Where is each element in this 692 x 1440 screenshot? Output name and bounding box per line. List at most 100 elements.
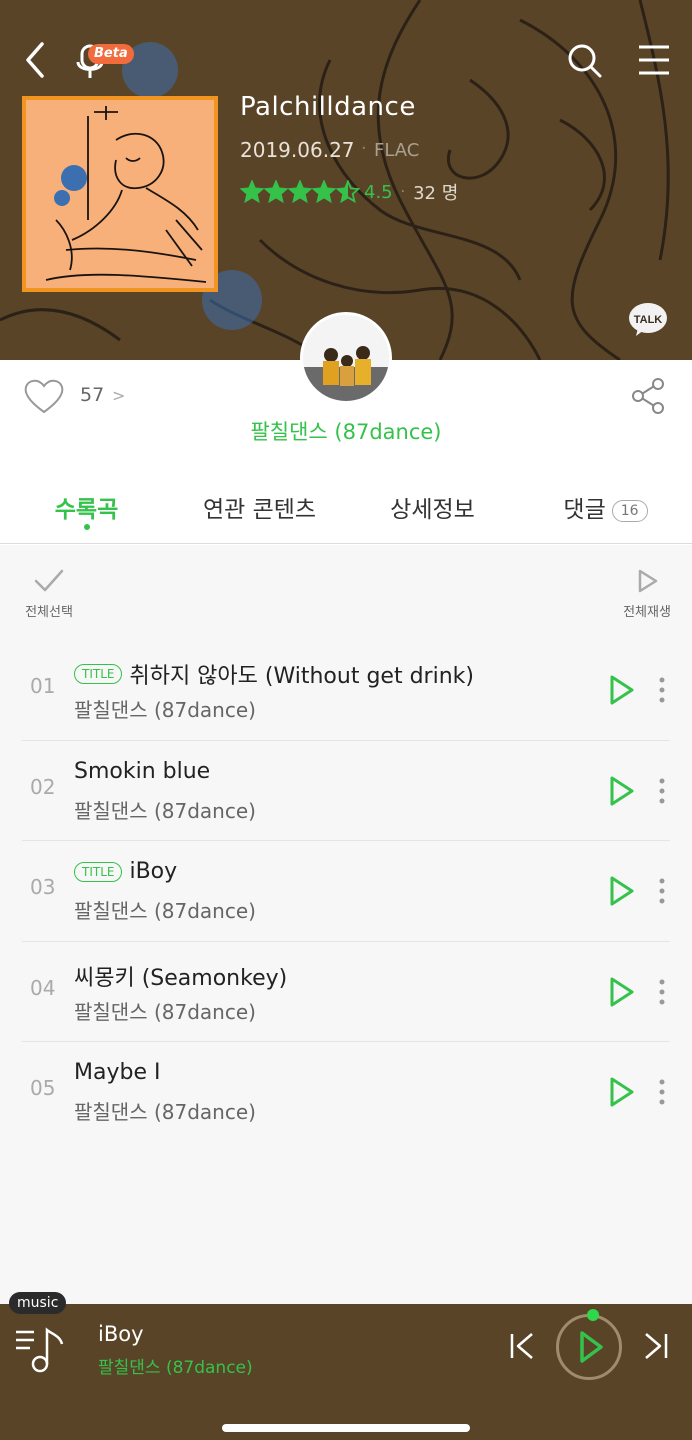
track-title: Smokin blue [74,758,211,784]
rating-value: 4.5 [364,181,393,203]
artist-avatar[interactable] [300,312,392,404]
track-title: 취하지 않아도 (Without get drink) [129,664,474,689]
rating-separator: · [400,184,406,200]
track-number: 02 [30,774,56,799]
album-title: Palchilldance [240,92,416,122]
talk-bubble-icon: TALK [629,303,667,336]
title-track-badge: TITLE [74,861,123,882]
tab-related-content[interactable]: 연관 콘텐츠 [173,472,346,543]
tab-details[interactable]: 상세정보 [346,472,519,543]
talk-label: TALK [634,314,663,326]
previous-track-button[interactable] [506,1330,538,1362]
track-title: Maybe I [74,1060,161,1085]
share-button[interactable] [628,376,668,416]
menu-button[interactable] [636,42,672,78]
music-tag: music [9,1292,67,1314]
playlist-button[interactable] [16,1326,66,1374]
more-vertical-icon [659,778,665,803]
more-vertical-icon [659,979,665,1004]
star-full-icon [312,180,336,204]
track-artist: 팔칠댄스 (87dance) [74,999,256,1024]
track-row[interactable]: 03 TITLE iBoy 팔칠댄스 (87dance) [22,841,670,942]
heart-icon [24,379,64,414]
home-indicator[interactable] [222,1424,470,1432]
track-play-button[interactable] [608,674,636,706]
back-button[interactable] [18,40,54,80]
track-title-line: Smokin blue [74,759,210,784]
track-title-line: TITLE iBoy [74,859,177,884]
rating-count: 32 명 [413,183,459,204]
star-half-icon [336,180,360,204]
date-separator: · [361,138,367,159]
kakao-talk-share-button[interactable]: TALK [628,302,668,338]
track-more-button[interactable] [654,877,670,905]
checkmark-icon [34,569,64,592]
track-play-button[interactable] [608,976,636,1008]
track-play-button[interactable] [608,775,636,807]
track-more-button[interactable] [654,777,670,805]
track-title-line: Maybe I [74,1060,160,1085]
rating-row[interactable]: 4.5 · 32 명 [240,178,458,206]
play-outline-icon [638,569,658,593]
track-title-line: TITLE 취하지 않아도 (Without get drink) [74,658,474,690]
track-list-section: 전체선택 전체재생 01 TITLE 취하지 않아도 (Without get … [0,545,692,1304]
play-all-button[interactable]: 전체재생 [612,567,682,627]
next-track-button[interactable] [640,1330,672,1362]
track-number: 01 [30,674,56,698]
tab-comments[interactable]: 댓글 16 [519,472,692,543]
track-artist: 팔칠댄스 (87dance) [74,1100,256,1124]
comment-count-badge: 16 [611,499,648,522]
tab-tracks[interactable]: 수록곡 [0,472,173,543]
artist-name-link[interactable]: 팔칠댄스 (87dance) [0,416,692,446]
track-more-button[interactable] [654,1078,670,1106]
track-more-button[interactable] [654,676,670,704]
now-playing-artist[interactable]: 팔칠댄스 (87dance) [98,1353,253,1378]
skip-previous-icon [510,1333,533,1359]
play-icon [610,776,634,805]
track-artist: 팔칠댄스 (87dance) [74,698,256,722]
skip-next-icon [645,1333,668,1359]
album-cover[interactable] [22,96,218,292]
track-more-button[interactable] [654,978,670,1006]
track-row[interactable]: 02 Smokin blue 팔칠댄스 (87dance) [22,741,670,841]
track-list: 01 TITLE 취하지 않아도 (Without get drink) 팔칠댄… [22,640,670,1143]
track-row[interactable]: 01 TITLE 취하지 않아도 (Without get drink) 팔칠댄… [22,640,670,741]
track-title: 씨몽키 (Seamonkey) [74,965,288,991]
album-tabs: 수록곡 연관 콘텐츠 상세정보 댓글 16 [0,472,692,544]
album-cover-art [45,106,207,283]
track-title-line: 씨몽키 (Seamonkey) [74,960,287,992]
more-vertical-icon [659,677,665,703]
select-all-button[interactable]: 전체선택 [14,567,84,627]
like-chevron-icon: > [112,386,126,405]
track-play-button[interactable] [608,1076,636,1108]
play-pause-button[interactable] [556,1309,622,1380]
mini-player[interactable]: iBoy 팔칠댄스 (87dance) [0,1304,692,1440]
rating-stars [240,180,360,204]
more-vertical-icon [659,1079,665,1105]
star-full-icon [264,180,288,204]
artist-photo-image [303,315,389,401]
hamburger-menu-icon [639,45,669,75]
like-button[interactable] [22,376,66,416]
share-icon [632,378,664,414]
track-number: 05 [30,1076,56,1100]
track-play-button[interactable] [608,875,636,907]
search-button[interactable] [564,40,604,80]
voice-search-button[interactable]: Beta [72,40,142,84]
play-icon [610,876,634,906]
track-row[interactable]: 05 Maybe I 팔칠댄스 (87dance) [22,1042,670,1143]
now-playing-title[interactable]: iBoy [98,1322,144,1346]
track-row[interactable]: 04 씨몽키 (Seamonkey) 팔칠댄스 (87dance) [22,942,670,1042]
tab-label: 댓글 [563,497,606,523]
album-header: Beta Palchilldance 2019.06.27 · FLAC 4.5… [0,0,692,360]
active-tab-indicator [83,524,90,530]
more-vertical-icon [659,878,665,904]
audio-format: FLAC [374,140,420,161]
title-track-badge: TITLE [74,664,123,684]
track-artist: 팔칠댄스 (87dance) [74,798,256,823]
play-icon [610,977,634,1006]
track-number: 04 [30,975,56,1000]
release-date: 2019.06.27 [240,138,355,162]
track-title: iBoy [129,859,178,884]
like-count[interactable]: 57 [80,384,104,406]
